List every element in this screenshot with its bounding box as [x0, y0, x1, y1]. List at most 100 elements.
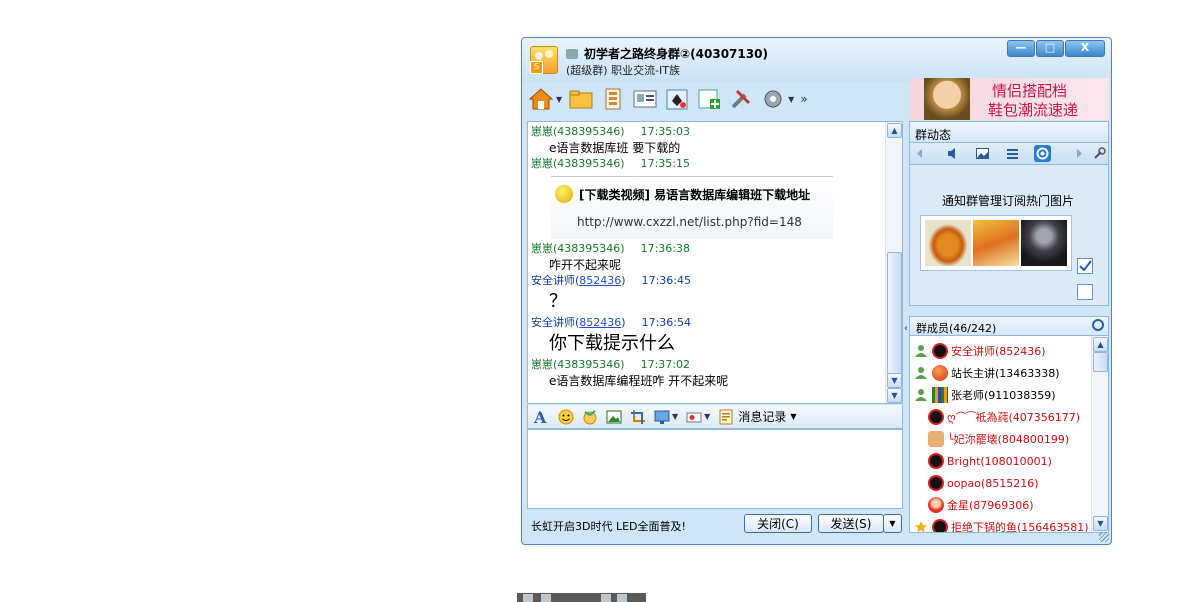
subscribe-checkbox[interactable] [1077, 284, 1093, 300]
message-sender[interactable]: 崽崽(438395346) 17:36:38 [531, 241, 883, 257]
penguin-avatar [928, 453, 944, 469]
group-avatar[interactable]: S [530, 46, 558, 74]
business-card-icon[interactable] [632, 86, 658, 112]
member-item[interactable]: 张老师(911038359) [910, 384, 1090, 406]
hot-picture-thumb[interactable] [1021, 220, 1067, 266]
admin-icon [914, 366, 928, 380]
settings-icon[interactable] [760, 86, 786, 112]
chevron-down-icon[interactable]: ▼ [556, 95, 562, 104]
message-input[interactable] [527, 429, 903, 509]
taskbar-fragment [517, 593, 646, 602]
tools-icon[interactable] [728, 86, 754, 112]
link-card-url[interactable]: http://www.cxzzl.net/list.php?fid=148 [577, 215, 802, 229]
screenshot-icon[interactable] [630, 409, 646, 425]
search-icon[interactable] [1092, 319, 1104, 331]
hot-picture-thumb[interactable] [973, 220, 1019, 266]
audio-video-icon[interactable] [686, 409, 702, 425]
scroll-up-button[interactable]: ▲ [1093, 337, 1108, 352]
member-item[interactable]: 安全讲师(852436) [910, 340, 1090, 362]
message-sender[interactable]: 安全讲师(852436) 17:36:54 [531, 315, 883, 331]
message-history-label: 消息记录 [738, 410, 787, 424]
emoticon-icon[interactable] [558, 409, 574, 425]
game-icon[interactable] [664, 86, 690, 112]
folder-icon[interactable] [568, 86, 594, 112]
scroll-thumb[interactable] [887, 252, 902, 374]
message-text: e语言数据库编程班咋 开不起来呢 [549, 374, 729, 388]
tray-icon[interactable] [617, 594, 627, 602]
message-sender[interactable]: 崽崽(438395346) 17:35:03 [531, 124, 883, 140]
chevron-down-icon[interactable]: ▼ [788, 95, 794, 104]
ad-line-2: 鞋包潮流速递 [988, 101, 1079, 119]
news-notice-text: 通知群管理订阅热门图片 [942, 194, 1075, 208]
scroll-down-button[interactable]: ▼ [887, 373, 902, 388]
chat-scrollbar[interactable]: ▲ ▼ ▼ [885, 122, 902, 403]
link-card-title[interactable]: [下载类视频] 易语言数据库编辑班下载地址 [579, 186, 810, 203]
resize-grip[interactable] [1099, 532, 1109, 542]
screen-share-icon[interactable] [654, 409, 670, 425]
chevron-down-icon[interactable]: ▼ [790, 412, 796, 421]
subscribe-checkbox-checked[interactable] [1077, 258, 1093, 274]
font-icon[interactable]: A [533, 408, 550, 427]
member-scrollbar[interactable]: ▲ ▼ [1091, 336, 1108, 532]
sender-qq-link[interactable]: 852436 [579, 274, 621, 287]
member-item[interactable]: ღ⌒⁀祗為莼(407356177) [928, 406, 1108, 428]
scroll-down-button[interactable]: ▼ [1093, 516, 1108, 531]
member-item[interactable]: 拒绝下锅的鱼(156463581) [910, 516, 1090, 532]
speaker-icon[interactable] [946, 147, 959, 160]
member-list[interactable]: 安全讲师(852436) 站长主讲(13463338) 张老师(91103835… [909, 336, 1109, 533]
chevron-down-icon[interactable]: ▼ [672, 412, 678, 421]
close-button[interactable]: 关闭(C) [744, 514, 812, 533]
minimize-button[interactable]: — [1007, 40, 1035, 57]
send-button[interactable]: 发送(S) [818, 514, 884, 533]
ball-avatar [932, 365, 948, 381]
member-item[interactable]: Bright(108010001) [928, 450, 1108, 472]
members-header: 群成员(46/242) [909, 316, 1109, 336]
scroll-up-button[interactable]: ▲ [887, 123, 902, 138]
member-item[interactable]: ╰妃沵罷壊(804800199) [928, 428, 1108, 450]
svg-text:A: A [534, 409, 547, 425]
message-sender[interactable]: 崽崽(438395346) 17:35:15 [531, 156, 883, 172]
penguin-avatar [928, 409, 944, 425]
scroll-end-button[interactable]: ▼ [887, 388, 902, 403]
message-history-button[interactable]: 消息记录 ▼ [718, 408, 796, 425]
scroll-thumb[interactable] [1093, 352, 1108, 372]
tray-icon[interactable] [523, 594, 533, 602]
chevron-down-icon[interactable]: ▼ [704, 412, 710, 421]
list-icon[interactable] [1006, 147, 1019, 160]
message-sender[interactable]: 崽崽(438395346) 17:37:02 [531, 357, 883, 373]
member-item[interactable]: 金星(87969306) [928, 494, 1108, 516]
shared-link-card[interactable]: [下载类视频] 易语言数据库编辑班下载地址 http://www.cxzzl.n… [551, 176, 833, 239]
group-news-toolbar [909, 143, 1109, 165]
home-icon[interactable] [528, 86, 554, 112]
news-ticker[interactable]: 长虹开启3D时代 LED全面普及! [531, 518, 686, 534]
maximize-button[interactable]: □ [1036, 40, 1064, 57]
chat-history[interactable]: 崽崽(438395346) 17:35:03 e语言数据库班 要下载的 崽崽(43… [527, 121, 903, 404]
add-app-icon[interactable] [696, 86, 722, 112]
member-item[interactable]: 站长主讲(13463338) [910, 362, 1090, 384]
wrench-icon[interactable] [1093, 147, 1106, 160]
nav-next-icon[interactable] [1073, 147, 1086, 160]
group-toolbar: ▼ ▼ » [528, 84, 808, 114]
tray-icon[interactable] [541, 594, 551, 602]
subscribe-icon[interactable] [1034, 145, 1051, 162]
nav-prev-icon[interactable] [913, 147, 926, 160]
title-bar[interactable]: S 初学者之路终身群②(40307130) (超级群) 职业交流-IT族 — □… [522, 38, 1111, 82]
member-item[interactable]: oopao(8515216) [928, 472, 1108, 494]
picture-icon[interactable] [606, 409, 622, 425]
character-avatar [928, 497, 944, 513]
tray-icon[interactable] [601, 594, 611, 602]
message-sender[interactable]: 安全讲师(852436) 17:36:45 [531, 273, 883, 289]
ad-banner[interactable]: 情侣搭配档 鞋包潮流速递 [910, 78, 1109, 120]
image-icon[interactable] [976, 147, 989, 160]
format-toolbar: A ▼ ▼ 消息记录 ▼ [527, 405, 903, 429]
sender-qq-link[interactable]: 852436 [579, 316, 621, 329]
collapse-panel-icon[interactable]: ‹ [904, 323, 908, 334]
send-options-button[interactable]: ▼ [883, 514, 902, 533]
more-tools-button[interactable]: » [800, 92, 807, 106]
message-text: 咋开不起来呢 [549, 258, 622, 272]
group-files-icon[interactable] [600, 86, 626, 112]
close-window-button[interactable]: X [1065, 40, 1105, 57]
books-avatar [932, 387, 948, 403]
magic-face-icon[interactable] [582, 409, 598, 425]
hot-picture-thumb[interactable] [925, 220, 971, 266]
